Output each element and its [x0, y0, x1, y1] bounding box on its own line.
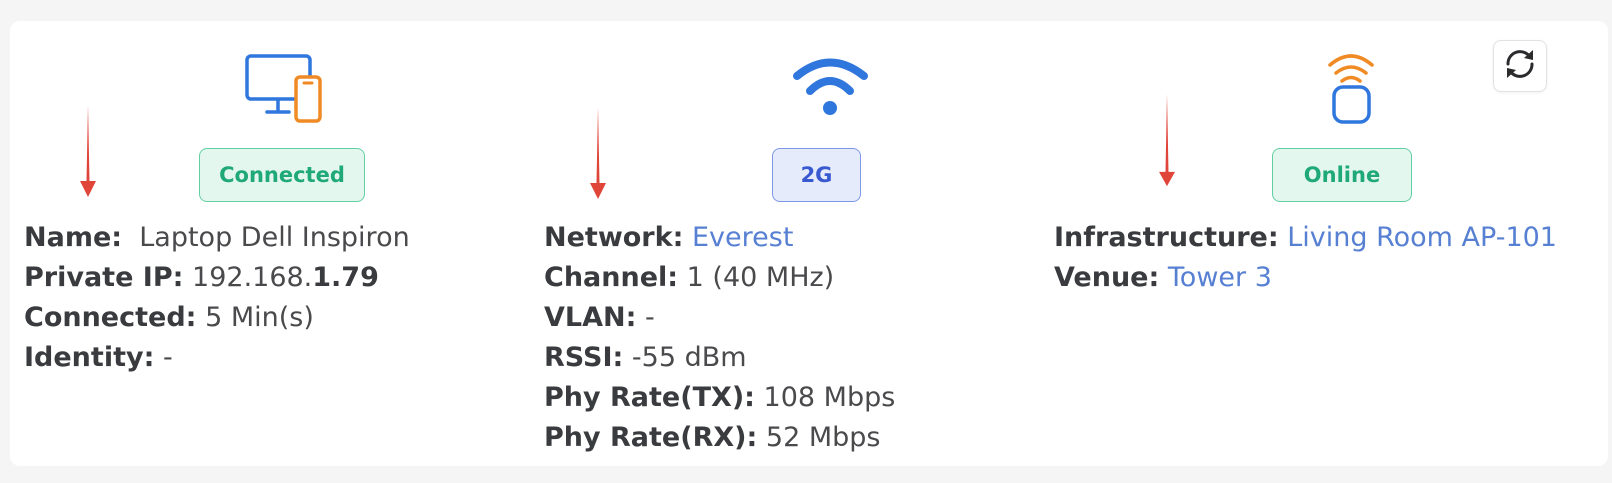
- wifi-icon: [782, 53, 882, 153]
- annotation-arrow: [1157, 94, 1177, 187]
- venue-link[interactable]: Tower 3: [1168, 262, 1272, 293]
- rssi-label: RSSI:: [544, 342, 624, 373]
- private-ip-label: Private IP:: [24, 262, 184, 293]
- network-details: Network: Everest Channel: 1 (40 MHz) VLA…: [544, 218, 895, 458]
- channel-row: Channel: 1 (40 MHz): [544, 258, 895, 298]
- client-details-card: Connected Name: Laptop Dell Inspiron Pri…: [10, 21, 1608, 466]
- rssi-row: RSSI: -55 dBm: [544, 338, 895, 378]
- refresh-icon: [1500, 44, 1540, 88]
- identity-label: Identity:: [24, 342, 155, 373]
- private-ip-row: Private IP: 192.168.1.79: [24, 258, 410, 298]
- client-column: Connected Name: Laptop Dell Inspiron Pri…: [10, 21, 530, 466]
- phy-rate-tx-label: Phy Rate(TX):: [544, 382, 755, 413]
- rssi-value: -55 dBm: [631, 342, 747, 373]
- phy-rate-rx-label: Phy Rate(RX):: [544, 422, 758, 453]
- venue-label: Venue:: [1054, 262, 1160, 293]
- connection-status-badge: Connected: [199, 148, 365, 202]
- access-point-icon: [1306, 53, 1406, 153]
- vlan-value: -: [644, 302, 655, 333]
- identity-row: Identity: -: [24, 338, 410, 378]
- refresh-button[interactable]: [1493, 40, 1547, 92]
- name-label: Name:: [24, 222, 123, 253]
- vlan-label: VLAN:: [544, 302, 637, 333]
- annotation-arrow: [78, 105, 98, 197]
- channel-value: 1 (40 MHz): [686, 262, 835, 293]
- connected-label: Connected:: [24, 302, 197, 333]
- phy-rate-tx-value: 108 Mbps: [763, 382, 896, 413]
- online-status-badge: Online: [1272, 148, 1412, 202]
- vlan-row: VLAN: -: [544, 298, 895, 338]
- infrastructure-link[interactable]: Living Room AP-101: [1287, 222, 1557, 253]
- infrastructure-row: Infrastructure: Living Room AP-101: [1054, 218, 1557, 258]
- phy-rate-tx-row: Phy Rate(TX): 108 Mbps: [544, 378, 895, 418]
- network-link[interactable]: Everest: [692, 222, 793, 253]
- name-row: Name: Laptop Dell Inspiron: [24, 218, 410, 258]
- connected-value: 5 Min(s): [205, 302, 314, 333]
- network-column: 2G Network: Everest Channel: 1 (40 MHz) …: [535, 21, 1055, 466]
- network-label: Network:: [544, 222, 684, 253]
- infrastructure-label: Infrastructure:: [1054, 222, 1279, 253]
- connected-row: Connected: 5 Min(s): [24, 298, 410, 338]
- phy-rate-rx-row: Phy Rate(RX): 52 Mbps: [544, 418, 895, 458]
- client-details: Name: Laptop Dell Inspiron Private IP: 1…: [24, 218, 410, 378]
- infrastructure-details: Infrastructure: Living Room AP-101 Venue…: [1054, 218, 1557, 298]
- network-row: Network: Everest: [544, 218, 895, 258]
- annotation-arrow: [588, 107, 608, 199]
- identity-value: -: [162, 342, 173, 373]
- band-badge: 2G: [772, 148, 861, 202]
- name-value: Laptop Dell Inspiron: [139, 222, 410, 253]
- devices-icon: [241, 53, 341, 153]
- private-ip-value: 192.168.1.79: [192, 262, 379, 293]
- phy-rate-rx-value: 52 Mbps: [765, 422, 881, 453]
- channel-label: Channel:: [544, 262, 679, 293]
- venue-row: Venue: Tower 3: [1054, 258, 1557, 298]
